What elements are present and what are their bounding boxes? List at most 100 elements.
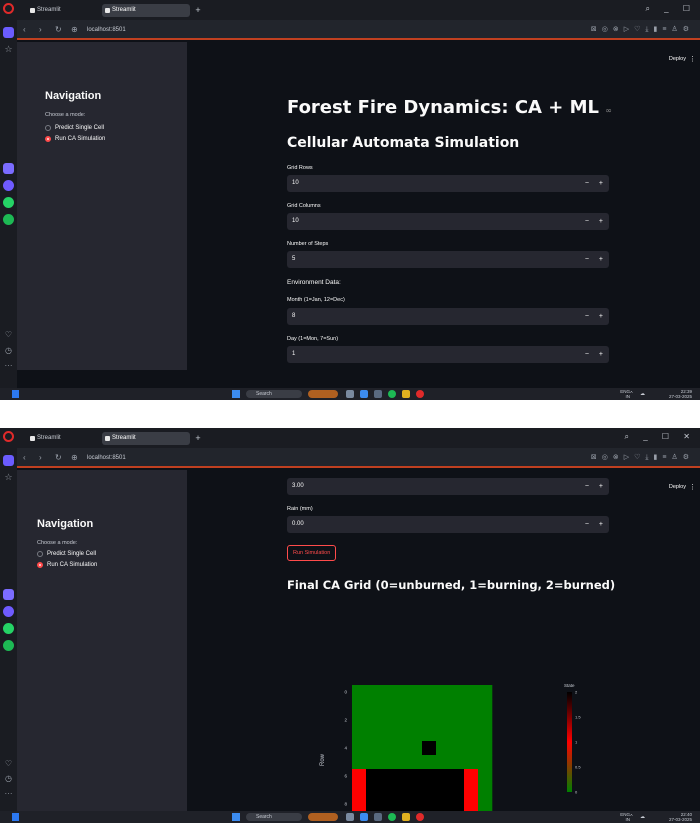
run-simulation-button[interactable]: Run Simulation xyxy=(287,545,337,561)
window-controls[interactable]: ⌕ _ ☐ ✕ xyxy=(625,432,696,442)
increment-button[interactable]: + xyxy=(599,213,603,230)
opera-taskbar-icon[interactable] xyxy=(416,390,424,398)
opera-logo-icon[interactable] xyxy=(3,3,14,14)
decrement-button[interactable]: − xyxy=(585,478,589,495)
tab-streamlit-1[interactable]: Streamlit xyxy=(27,4,97,17)
windows-start-icon[interactable] xyxy=(232,813,240,821)
decrement-button[interactable]: − xyxy=(585,308,589,325)
heart-icon[interactable]: ♡ xyxy=(3,758,14,769)
day-value[interactable]: 1 xyxy=(292,346,295,363)
increment-button[interactable]: + xyxy=(599,516,603,533)
url-field[interactable]: localhost:8501 xyxy=(87,24,126,36)
decrement-button[interactable]: − xyxy=(585,346,589,363)
radio-predict-single-cell[interactable]: Predict Single Cell xyxy=(45,124,104,132)
edge-icon[interactable] xyxy=(360,390,368,398)
deploy-button[interactable]: Deploy xyxy=(669,484,686,490)
spotify-taskbar-icon[interactable] xyxy=(388,813,396,821)
bookmark-icon[interactable]: ☆ xyxy=(3,472,14,483)
back-icon[interactable]: ‹ xyxy=(23,24,26,36)
history-icon[interactable]: ◷ xyxy=(3,773,14,784)
decrement-button[interactable]: − xyxy=(585,175,589,192)
wind-input[interactable]: 3.00 − + xyxy=(287,478,609,495)
terminal-icon[interactable] xyxy=(374,813,382,821)
heart-icon[interactable]: ♡ xyxy=(3,329,14,340)
language-indicator[interactable]: ENG IN xyxy=(620,812,630,822)
site-info-icon[interactable]: ⊕ xyxy=(71,452,78,464)
day-input[interactable]: 1 − + xyxy=(287,346,609,363)
main-menu-icon[interactable]: ⋮ xyxy=(689,55,696,63)
new-tab-button[interactable]: + xyxy=(193,5,203,15)
wind-value[interactable]: 3.00 xyxy=(292,478,304,495)
grid-rows-value[interactable]: 10 xyxy=(292,175,299,192)
system-tray-icons[interactable]: ^ ☁ xyxy=(630,391,648,397)
home-icon[interactable] xyxy=(3,27,14,38)
whatsapp-icon[interactable] xyxy=(3,623,14,634)
grid-rows-input[interactable]: 10 − + xyxy=(287,175,609,192)
tab-streamlit-1[interactable]: Streamlit xyxy=(27,432,97,445)
more-icon[interactable]: ··· xyxy=(3,360,14,371)
widget-icon[interactable] xyxy=(308,813,338,821)
aria-icon[interactable] xyxy=(3,589,14,600)
rain-value[interactable]: 0.00 xyxy=(292,516,304,533)
history-icon[interactable]: ◷ xyxy=(3,345,14,356)
increment-button[interactable]: + xyxy=(599,346,603,363)
widgets-icon[interactable] xyxy=(12,813,19,821)
toolbar-icons[interactable]: ⊠◎⊗▷♡⤓▮≡♙⚙ xyxy=(591,24,694,36)
month-value[interactable]: 8 xyxy=(292,308,295,325)
radio-predict-single-cell[interactable]: Predict Single Cell xyxy=(37,550,96,558)
clock[interactable]: 22:40 27-03-2025 xyxy=(669,812,692,822)
language-indicator[interactable]: ENG IN xyxy=(620,389,630,399)
clock[interactable]: 22:39 27-03-2025 xyxy=(669,389,692,399)
file-explorer-icon[interactable] xyxy=(346,813,354,821)
window-controls[interactable]: ⌕ _ ☐ xyxy=(645,4,696,14)
opera-logo-icon[interactable] xyxy=(3,431,14,442)
forward-icon[interactable]: › xyxy=(39,452,42,464)
radio-run-ca-simulation[interactable]: Run CA Simulation xyxy=(37,561,97,569)
folder-icon[interactable] xyxy=(402,813,410,821)
file-explorer-icon[interactable] xyxy=(346,390,354,398)
rain-input[interactable]: 0.00 − + xyxy=(287,516,609,533)
increment-button[interactable]: + xyxy=(599,175,603,192)
taskbar-search[interactable]: Search xyxy=(246,813,302,821)
folder-icon[interactable] xyxy=(402,390,410,398)
site-info-icon[interactable]: ⊕ xyxy=(71,24,78,36)
edge-icon[interactable] xyxy=(360,813,368,821)
reload-icon[interactable]: ↻ xyxy=(55,24,62,36)
bookmark-icon[interactable]: ☆ xyxy=(3,44,14,55)
back-icon[interactable]: ‹ xyxy=(23,452,26,464)
anchor-link-icon[interactable]: ∞ xyxy=(605,106,612,115)
opera-taskbar-icon[interactable] xyxy=(416,813,424,821)
tab-streamlit-2[interactable]: Streamlit xyxy=(102,4,190,17)
taskbar-search[interactable]: Search xyxy=(246,390,302,398)
increment-button[interactable]: + xyxy=(599,478,603,495)
new-tab-button[interactable]: + xyxy=(193,433,203,443)
messenger-icon[interactable] xyxy=(3,606,14,617)
toolbar-icons[interactable]: ⊠◎⊗▷♡⤓▮≡♙⚙ xyxy=(591,452,694,464)
decrement-button[interactable]: − xyxy=(585,251,589,268)
month-input[interactable]: 8 − + xyxy=(287,308,609,325)
grid-columns-input[interactable]: 10 − + xyxy=(287,213,609,230)
spotify-icon[interactable] xyxy=(3,640,14,651)
windows-start-icon[interactable] xyxy=(232,390,240,398)
main-menu-icon[interactable]: ⋮ xyxy=(689,483,696,491)
spotify-taskbar-icon[interactable] xyxy=(388,390,396,398)
forward-icon[interactable]: › xyxy=(39,24,42,36)
decrement-button[interactable]: − xyxy=(585,213,589,230)
aria-icon[interactable] xyxy=(3,163,14,174)
decrement-button[interactable]: − xyxy=(585,516,589,533)
system-tray-icons[interactable]: ^ ☁ xyxy=(630,814,648,820)
steps-value[interactable]: 5 xyxy=(292,251,295,268)
widgets-icon[interactable] xyxy=(12,390,19,398)
messenger-icon[interactable] xyxy=(3,180,14,191)
spotify-icon[interactable] xyxy=(3,214,14,225)
whatsapp-icon[interactable] xyxy=(3,197,14,208)
radio-run-ca-simulation[interactable]: Run CA Simulation xyxy=(45,135,105,143)
steps-input[interactable]: 5 − + xyxy=(287,251,609,268)
reload-icon[interactable]: ↻ xyxy=(55,452,62,464)
more-icon[interactable]: ··· xyxy=(3,788,14,799)
increment-button[interactable]: + xyxy=(599,308,603,325)
widget-icon[interactable] xyxy=(308,390,338,398)
grid-columns-value[interactable]: 10 xyxy=(292,213,299,230)
deploy-button[interactable]: Deploy xyxy=(669,56,686,62)
url-field[interactable]: localhost:8501 xyxy=(87,452,126,464)
